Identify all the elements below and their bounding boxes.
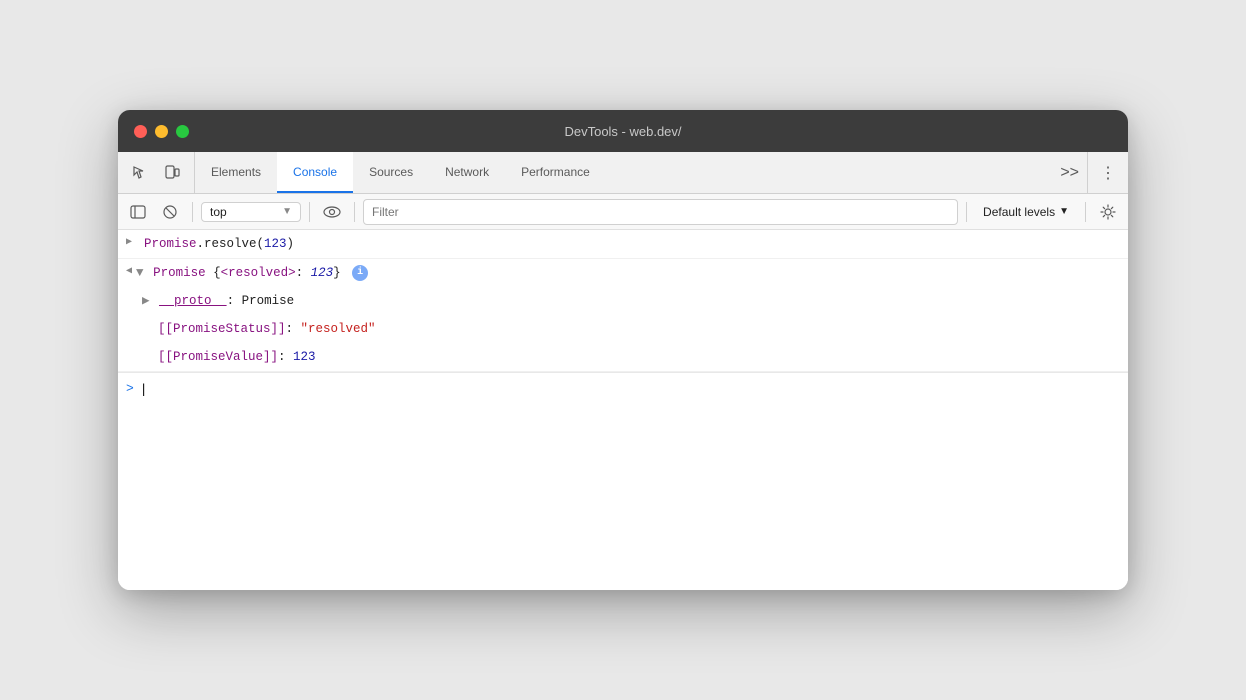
tabs-list: Elements Console Sources Network Perform… [195, 152, 1052, 193]
promise-status-line: [[PromiseStatus]]: "resolved" [150, 315, 1128, 343]
promise-value-line: [[PromiseValue]]: 123 [150, 343, 1128, 371]
traffic-lights [118, 125, 189, 138]
console-output: ▶ Promise.resolve(123) ◀ ▼ Promise {<res… [118, 230, 1128, 590]
clear-console-button[interactable] [156, 198, 184, 226]
close-button[interactable] [134, 125, 147, 138]
tab-network[interactable]: Network [429, 152, 505, 193]
titlebar: DevTools - web.dev/ [118, 110, 1128, 152]
kebab-menu-button[interactable]: ⋮ [1087, 152, 1128, 193]
console-row-input: ▶ Promise.resolve(123) [118, 230, 1128, 259]
tab-elements[interactable]: Elements [195, 152, 277, 193]
window-title: DevTools - web.dev/ [564, 124, 681, 139]
log-levels-button[interactable]: Default levels ▼ [975, 203, 1077, 221]
tabs-bar: Elements Console Sources Network Perform… [118, 152, 1128, 194]
promise-expand-arrow[interactable]: ▼ [136, 266, 144, 280]
console-row-promise: ◀ ▼ Promise {<resolved>: 123} i ▶ __prot… [118, 259, 1128, 372]
devtools-body: Elements Console Sources Network Perform… [118, 152, 1128, 590]
sidebar-toggle-button[interactable] [124, 198, 152, 226]
console-input-row: > | [118, 372, 1128, 404]
console-cursor[interactable]: | [140, 381, 148, 396]
toolbar-divider-3 [354, 202, 355, 222]
console-toolbar: top ▼ Default levels ▼ [118, 194, 1128, 230]
proto-key[interactable]: __proto__ [159, 294, 227, 308]
filter-input[interactable] [363, 199, 958, 225]
toolbar-divider-2 [309, 202, 310, 222]
promise-status-content: [[PromiseStatus]]: "resolved" [158, 319, 1120, 339]
minimize-button[interactable] [155, 125, 168, 138]
output-back-arrow[interactable]: ◀ [126, 263, 132, 277]
live-expressions-button[interactable] [318, 198, 346, 226]
levels-arrow: ▼ [1059, 206, 1069, 217]
inspect-icon[interactable] [126, 159, 154, 187]
devtools-window: DevTools - web.dev/ [118, 110, 1128, 590]
console-input-text: Promise.resolve(123) [144, 234, 1120, 254]
promise-content: ▼ Promise {<resolved>: 123} i [136, 263, 1120, 283]
info-badge[interactable]: i [352, 265, 368, 281]
input-arrow[interactable]: ▶ [126, 234, 138, 248]
proto-content: ▶ __proto__: Promise [142, 291, 1120, 311]
toolbar-divider-1 [192, 202, 193, 222]
promise-value-content: [[PromiseValue]]: 123 [158, 347, 1120, 367]
maximize-button[interactable] [176, 125, 189, 138]
toolbar-divider-4 [966, 202, 967, 222]
context-selector[interactable]: top ▼ [201, 202, 301, 222]
tab-performance[interactable]: Performance [505, 152, 606, 193]
promise-main-line: ◀ ▼ Promise {<resolved>: 123} i [118, 259, 1128, 287]
proto-line: ▶ __proto__: Promise [134, 287, 1128, 315]
proto-arrow[interactable]: ▶ [142, 294, 150, 308]
toolbar-divider-5 [1085, 202, 1086, 222]
more-tabs-button[interactable]: >> [1052, 152, 1087, 193]
device-icon[interactable] [158, 159, 186, 187]
context-arrow: ▼ [282, 206, 292, 217]
tab-icon-group [118, 152, 195, 193]
console-prompt: > [126, 381, 134, 396]
tab-console[interactable]: Console [277, 152, 353, 193]
tab-sources[interactable]: Sources [353, 152, 429, 193]
settings-button[interactable] [1094, 198, 1122, 226]
